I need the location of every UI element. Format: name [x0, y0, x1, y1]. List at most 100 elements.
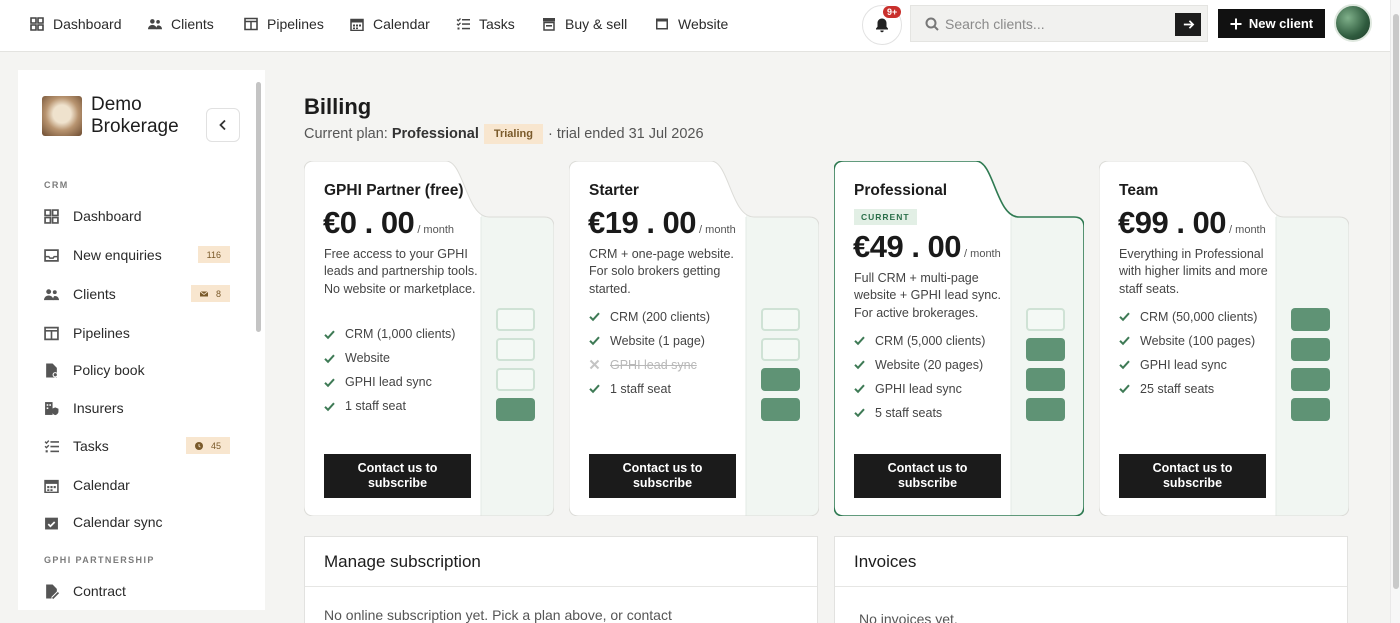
nav-dashboard[interactable]: Dashboard [30, 14, 122, 34]
nav-tasks-label: Tasks [479, 16, 515, 32]
search-input[interactable] [945, 14, 1165, 34]
nav-calendar[interactable]: Calendar [350, 14, 430, 34]
trial-ended-text: · trial ended 31 Jul 2026 [547, 126, 704, 142]
plan-feature: CRM (1,000 clients) [324, 322, 484, 346]
sidebar-item-label: Calendar sync [73, 514, 163, 530]
file-signature-icon [46, 584, 59, 599]
sidebar-item-label: Clients [73, 286, 116, 302]
search-submit-button[interactable] [1175, 13, 1201, 36]
status-badge: Trialing [483, 124, 543, 144]
collapse-sidebar-button[interactable] [206, 108, 240, 142]
contact-to-subscribe-button[interactable]: Contact us to subscribe [1119, 454, 1266, 498]
current-plan-prefix: Current plan: [304, 126, 388, 142]
plan-description: Free access to your GPHI leads and partn… [324, 247, 478, 296]
sidebar-item-calendar[interactable]: Calendar [44, 473, 230, 497]
sidebar-item-label: Pipelines [73, 325, 130, 341]
plan-tier-indicator [496, 338, 535, 361]
plan-name: Starter [589, 182, 639, 199]
page-scrollbar-thumb[interactable] [1393, 14, 1399, 589]
plan-tier-indicator [1291, 398, 1330, 421]
new-client-label: New client [1248, 16, 1314, 31]
nav-website[interactable]: Website [655, 14, 728, 34]
columns-icon [44, 326, 59, 340]
brand-logo [42, 96, 82, 136]
check-icon [1119, 360, 1130, 370]
plan-tier-indicator [496, 398, 535, 421]
sidebar-item-label: Contract [73, 583, 126, 599]
current-plan-name: Professional [391, 126, 479, 142]
chevron-left-icon [219, 119, 226, 131]
grid-icon [44, 208, 59, 224]
plan-card: Team €99 . 00 / month Everything in Prof… [1099, 161, 1349, 516]
user-avatar[interactable] [1334, 4, 1372, 42]
sidebar-item-contract[interactable]: Contract [44, 579, 230, 603]
nav-clients-label: Clients [171, 16, 214, 32]
sidebar-item-pipelines[interactable]: Pipelines [44, 321, 230, 345]
sidebar-item-label: Policy book [73, 362, 145, 378]
plan-name: GPHI Partner (free) [324, 182, 464, 199]
plan-features: CRM (200 clients) Website (1 page) GPHI le… [589, 305, 749, 401]
page-scrollbar[interactable] [1390, 0, 1400, 623]
contact-to-subscribe-button[interactable]: Contact us to subscribe [589, 454, 736, 498]
tasks-icon [44, 439, 59, 452]
manage-subscription-panel: Manage subscription No online subscripti… [304, 536, 818, 623]
sidebar-item-calendar-sync[interactable]: Calendar sync [44, 510, 230, 534]
nav-clients[interactable]: Clients [148, 14, 214, 34]
plan-feature: GPHI lead sync [854, 377, 1014, 401]
plan-card: Professional CURRENT €49 . 00 / month Fu… [834, 161, 1084, 516]
plan-price: €19 . 00 [588, 205, 697, 240]
contact-to-subscribe-button[interactable]: Contact us to subscribe [854, 454, 1001, 498]
new-client-button[interactable]: New client [1218, 9, 1325, 38]
plan-description: CRM + one-page website. For solo brokers… [589, 247, 734, 296]
plan-tier-indicator [761, 338, 800, 361]
section-label-crm: CRM [44, 180, 69, 190]
plan-price: €0 . 00 [323, 205, 415, 240]
sidebar-item-clients[interactable]: Clients 8 [44, 282, 230, 306]
nav-buy-sell[interactable]: Buy & sell [542, 14, 627, 34]
sidebar-item-policy-book[interactable]: Policy book [44, 358, 230, 382]
check-icon [1119, 384, 1130, 394]
sidebar-scrollbar[interactable] [255, 70, 263, 610]
brand-name: Demo Brokerage [91, 94, 179, 137]
page-title: Billing [304, 94, 372, 119]
plan-price-period: / month [964, 248, 1001, 260]
nav-pipelines[interactable]: Pipelines [244, 14, 324, 34]
manage-subscription-title: Manage subscription [324, 552, 481, 571]
check-icon [1119, 336, 1130, 346]
nav-tasks[interactable]: Tasks [456, 14, 515, 34]
check-icon [324, 330, 335, 339]
sidebar-item-label: New enquiries [73, 247, 162, 263]
enquiries-count-badge: 116 [197, 246, 230, 263]
calendar-icon [350, 17, 364, 31]
notifications-button[interactable]: 9+ [862, 5, 902, 45]
sidebar-item-new-enquiries[interactable]: New enquiries 116 [44, 243, 230, 267]
plan-tier-indicator [1291, 308, 1330, 331]
sidebar: Demo Brokerage CRM Dashboard New enquiri… [18, 70, 265, 610]
contact-to-subscribe-button[interactable]: Contact us to subscribe [324, 454, 471, 498]
check-icon [324, 402, 335, 411]
plan-features: CRM (1,000 clients) Website GPHI lead sync… [324, 322, 484, 418]
plan-tier-indicator [1291, 368, 1330, 391]
plan-tier-indicator [1026, 308, 1065, 331]
clients-unread-badge: 8 [190, 285, 230, 302]
sidebar-item-tasks[interactable]: Tasks 45 [44, 434, 230, 458]
cross-icon [589, 360, 600, 370]
users-icon [148, 19, 162, 30]
check-icon [854, 408, 865, 418]
plan-tier-indicator [1026, 338, 1065, 361]
plan-feature: GPHI lead sync [1119, 353, 1279, 377]
plan-card: Starter €19 . 00 / month CRM + one-page … [569, 161, 819, 516]
plan-name: Professional [854, 182, 948, 199]
plan-tier-indicator [761, 398, 800, 421]
plan-features: CRM (50,000 clients) Website (100 pages) G… [1119, 305, 1279, 401]
tasks-due-badge: 45 [185, 437, 230, 454]
window-icon [656, 18, 668, 30]
sidebar-scrollbar-thumb[interactable] [256, 82, 261, 332]
building-shield-icon [45, 401, 59, 415]
inbox-icon [44, 248, 59, 262]
divider [305, 586, 817, 587]
plan-feature: CRM (200 clients) [589, 305, 749, 329]
check-icon [854, 384, 865, 394]
sidebar-item-insurers[interactable]: Insurers [44, 396, 230, 420]
sidebar-item-dashboard[interactable]: Dashboard [44, 204, 230, 228]
